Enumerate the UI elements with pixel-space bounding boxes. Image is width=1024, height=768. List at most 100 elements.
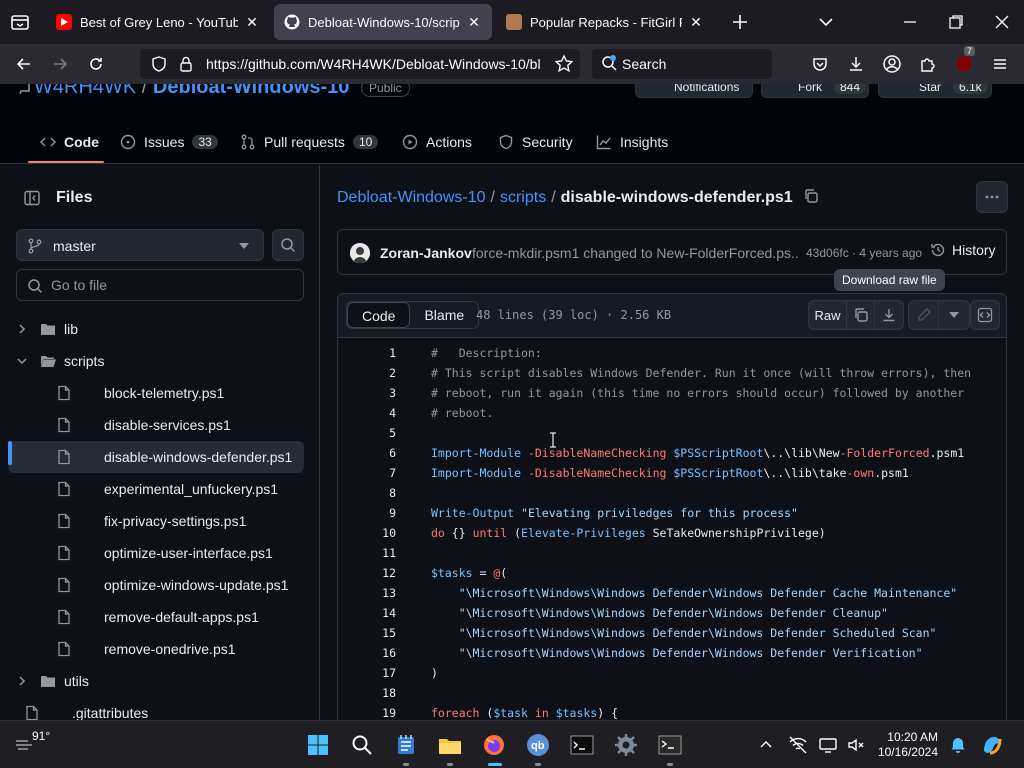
star-button[interactable]: Star 6.1k (878, 84, 992, 98)
collapse-sidebar-icon[interactable] (16, 185, 48, 211)
code-line[interactable]: Write-Output "Elevating priviledges for … (431, 506, 798, 520)
tree-file[interactable]: optimize-user-interface.ps1 (8, 537, 304, 569)
command-prompt-icon[interactable] (568, 731, 596, 759)
system-clock[interactable]: 10:20 AM 10/16/2024 (876, 730, 938, 760)
close-tab-icon[interactable]: ✕ (244, 14, 260, 30)
code-line[interactable]: do {} until (Elevate-Privileges SeTakeOw… (431, 526, 826, 540)
code-line[interactable]: ) (431, 666, 438, 680)
extensions-puzzle-icon[interactable] (916, 52, 940, 76)
notification-bell-icon[interactable] (944, 731, 972, 759)
display-icon[interactable] (814, 731, 842, 759)
settings-gear-icon[interactable] (612, 731, 640, 759)
line-number[interactable]: 1 (338, 346, 396, 360)
line-number[interactable]: 16 (338, 646, 396, 660)
raw-button[interactable]: Raw (809, 301, 847, 329)
search-button[interactable] (272, 229, 304, 261)
line-number[interactable]: 8 (338, 486, 396, 500)
breadcrumb-repo-link[interactable]: Debloat-Windows-10 (337, 189, 486, 206)
back-arrow-icon[interactable] (12, 52, 36, 76)
tab-overflow-chevron-icon[interactable] (816, 12, 836, 32)
chevron-right-icon[interactable] (16, 675, 28, 687)
line-number[interactable]: 9 (338, 506, 396, 520)
tree-file[interactable]: remove-onedrive.ps1 (8, 633, 304, 665)
more-options-button[interactable] (976, 181, 1008, 213)
forward-arrow-icon[interactable] (48, 52, 72, 76)
tab-actions[interactable]: Actions (402, 130, 472, 154)
line-number[interactable]: 13 (338, 586, 396, 600)
lock-icon[interactable] (178, 55, 194, 73)
copilot-icon[interactable] (978, 731, 1006, 759)
tree-file[interactable]: fix-privacy-settings.ps1 (8, 505, 304, 537)
tree-file[interactable]: optimize-windows-update.ps1 (8, 569, 304, 601)
browser-tab-youtube[interactable]: Best of Grey Leno - YouTube ✕ (46, 4, 270, 40)
tree-file[interactable]: .gitattributes (8, 697, 304, 720)
code-line[interactable]: Import-Module -DisableNameChecking $PSSc… (431, 466, 909, 480)
go-to-file-input[interactable] (51, 277, 291, 293)
line-number[interactable]: 11 (338, 546, 396, 560)
code-line[interactable]: # This script disables Windows Defender.… (431, 366, 971, 380)
line-number[interactable]: 7 (338, 466, 396, 480)
tree-folder[interactable]: scripts (8, 345, 304, 377)
code-line[interactable]: # reboot. (431, 406, 493, 420)
network-status-icon[interactable] (784, 731, 812, 759)
account-icon[interactable] (880, 52, 904, 76)
code-line[interactable]: foreach ($task in $tasks) { (431, 706, 618, 720)
reload-icon[interactable] (84, 52, 108, 76)
code-line[interactable]: "\Microsoft\Windows\Windows Defender\Win… (431, 626, 937, 640)
shield-icon[interactable] (150, 55, 168, 73)
tab-list-icon[interactable] (10, 12, 30, 32)
tree-folder[interactable]: lib (8, 313, 304, 345)
search-icon[interactable] (348, 731, 376, 759)
browser-tab-github[interactable]: Debloat-Windows-10/scripts/di ✕ (274, 4, 492, 40)
code-line[interactable]: Import-Module -DisableNameChecking $PSSc… (431, 446, 964, 460)
code-line[interactable]: "\Microsoft\Windows\Windows Defender\Win… (431, 646, 923, 660)
terminal-icon[interactable] (656, 731, 684, 759)
code-line[interactable]: # Description: (431, 346, 542, 360)
tab-code[interactable]: Code (40, 130, 99, 154)
commit-author[interactable]: Zoran-Jankov (380, 245, 472, 261)
go-to-file-field[interactable] (16, 269, 304, 301)
fork-button[interactable]: Fork 844 (761, 84, 869, 98)
line-number[interactable]: 2 (338, 366, 396, 380)
line-number[interactable]: 6 (338, 446, 396, 460)
line-number[interactable]: 3 (338, 386, 396, 400)
hamburger-menu-icon[interactable] (988, 52, 1012, 76)
avatar[interactable] (350, 243, 370, 263)
code-line[interactable]: "\Microsoft\Windows\Windows Defender\Win… (431, 586, 958, 600)
tab-insights[interactable]: Insights (596, 130, 668, 154)
code-line[interactable]: # reboot, run it again (this time no err… (431, 386, 964, 400)
line-number[interactable]: 15 (338, 626, 396, 640)
line-number[interactable]: 19 (338, 706, 396, 720)
chevron-down-icon[interactable] (16, 355, 28, 367)
volume-muted-icon[interactable] (842, 731, 870, 759)
tab-security[interactable]: Security (498, 130, 573, 154)
breadcrumb-folder-link[interactable]: scripts (500, 189, 546, 206)
notepad-icon[interactable] (392, 731, 420, 759)
repo-name-link[interactable]: Debloat-Windows-10 (153, 84, 350, 98)
line-number[interactable]: 17 (338, 666, 396, 680)
tree-folder[interactable]: utils (8, 665, 304, 697)
close-tab-icon[interactable]: ✕ (688, 14, 704, 30)
line-number[interactable]: 5 (338, 426, 396, 440)
line-number[interactable]: 10 (338, 526, 396, 540)
minimize-window-icon[interactable] (900, 12, 920, 32)
copy-raw-button[interactable] (847, 301, 875, 329)
close-window-icon[interactable] (992, 12, 1012, 32)
search-bar[interactable]: Search (592, 49, 772, 79)
downloads-icon[interactable] (844, 52, 868, 76)
code-view-tab[interactable]: Code (347, 302, 411, 328)
edit-dropdown-button[interactable] (939, 301, 969, 329)
notifications-button[interactable]: Notifications (635, 84, 753, 98)
chevron-right-icon[interactable] (16, 323, 28, 335)
line-number[interactable]: 4 (338, 406, 396, 420)
tree-file[interactable]: experimental_unfuckery.ps1 (8, 473, 304, 505)
code-line[interactable]: "\Microsoft\Windows\Windows Defender\Win… (431, 606, 888, 620)
ublock-origin-icon[interactable]: 7 (952, 46, 976, 76)
temperature[interactable]: 91° (32, 729, 50, 743)
line-number[interactable]: 14 (338, 606, 396, 620)
repo-owner-link[interactable]: W4RH4WK (34, 84, 136, 98)
qbittorrent-icon[interactable]: qb (524, 731, 552, 759)
line-number[interactable]: 18 (338, 686, 396, 700)
bookmark-star-icon[interactable] (554, 54, 574, 74)
symbols-panel-button[interactable] (970, 300, 1000, 330)
